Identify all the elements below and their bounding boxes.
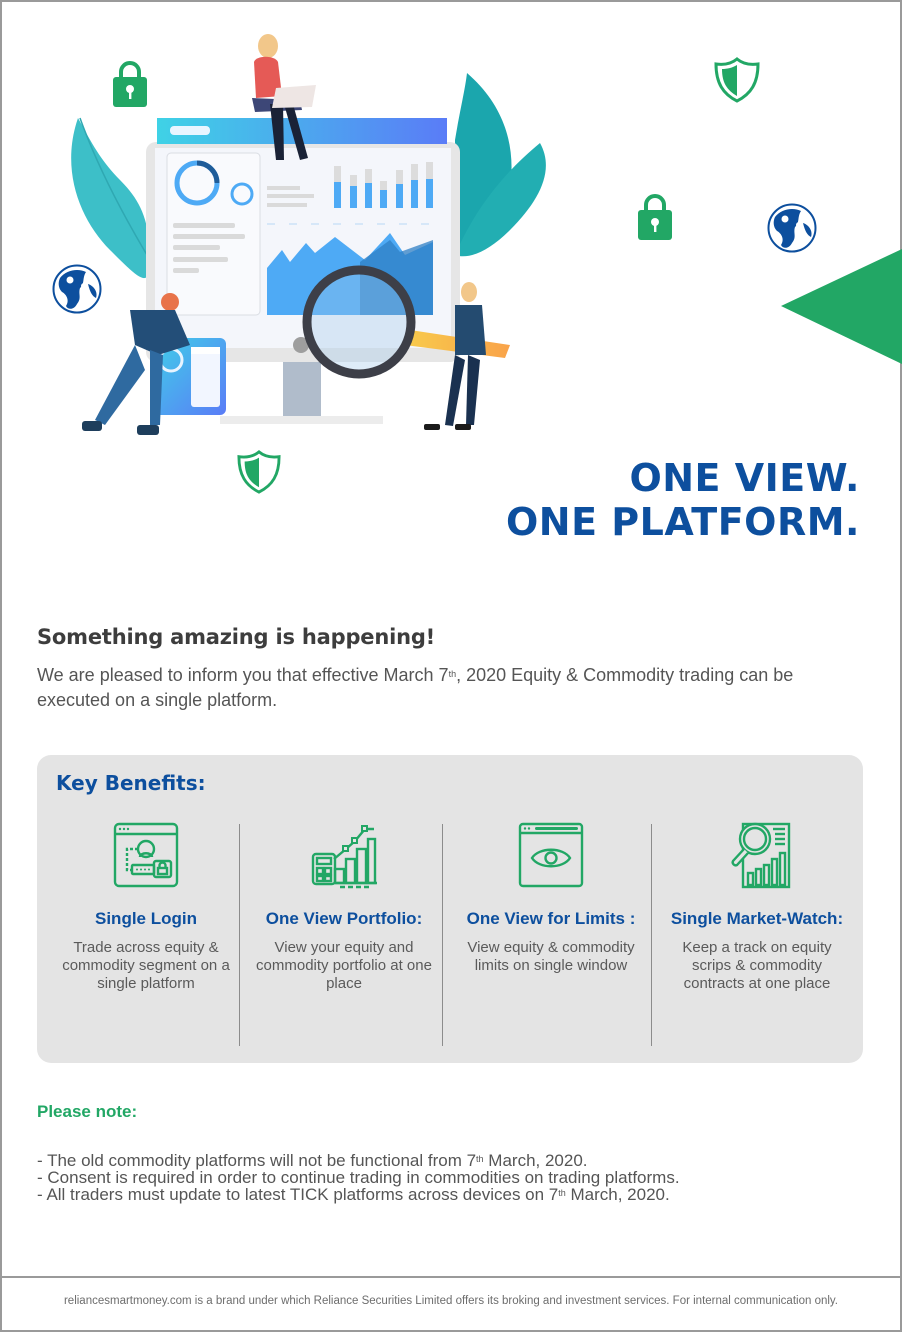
key-benefits-panel: Key Benefits: Single Login Trade across … (37, 755, 863, 1063)
lock-icon (638, 194, 672, 240)
intro-text: We are pleased to inform you that effect… (37, 663, 867, 713)
leaf-right (455, 73, 546, 257)
green-triangle-accent (781, 249, 902, 364)
ordinal-suffix: th (448, 669, 457, 679)
benefit-title: Single Login (95, 909, 197, 928)
note-item: - All traders must update to latest TICK… (37, 1186, 680, 1203)
intro-title: Something amazing is happening! (37, 625, 436, 649)
key-benefits-title: Key Benefits: (56, 771, 206, 795)
footer-divider (0, 1276, 902, 1278)
shield-icon (714, 57, 760, 103)
column-divider (239, 824, 240, 1046)
note-item: - Consent is required in order to contin… (37, 1169, 680, 1186)
please-note-title: Please note: (37, 1102, 138, 1121)
column-divider (442, 824, 443, 1046)
benefit-description: Trade across equity & commodity segment … (62, 939, 230, 992)
note-text: - All traders must update to latest TICK… (37, 1185, 559, 1204)
benefit-single-market-watch: Single Market-Watch: Keep a track on equ… (654, 821, 860, 1047)
headline-line-2: ONE PLATFORM. (505, 500, 860, 544)
lock-icon (113, 61, 147, 107)
footer-disclaimer: reliancesmartmoney.com is a brand under … (63, 1295, 839, 1307)
ordinal-suffix: th (476, 1154, 484, 1164)
benefit-description: Keep a track on equity scrips & commodit… (682, 939, 832, 992)
magnifier-report-icon (731, 822, 791, 889)
leaf-left (71, 117, 151, 279)
window-eye-icon (518, 822, 584, 888)
hero-illustration: ONE VIEW. ONE PLATFORM. (0, 0, 902, 600)
portfolio-calculator-chart-icon (311, 825, 377, 889)
benefit-single-login: Single Login Trade across equity & commo… (43, 821, 249, 1047)
column-divider (651, 824, 652, 1046)
globe-icon (52, 264, 102, 314)
benefit-description: View equity & commodity limits on single… (467, 939, 635, 974)
benefit-one-view-limits: One View for Limits : View equity & comm… (448, 821, 654, 1047)
notes-list: - The old commodity platforms will not b… (37, 1152, 680, 1203)
globe-icon (767, 203, 817, 253)
shield-icon (237, 450, 281, 494)
headline: ONE VIEW. ONE PLATFORM. (506, 456, 860, 544)
ordinal-suffix: th (558, 1188, 566, 1198)
benefit-title: One View Portfolio: (265, 909, 423, 928)
benefit-title: Single Market-Watch: (670, 909, 844, 928)
intro-text-part: We are pleased to inform you that effect… (37, 665, 449, 685)
headline-line-1: ONE VIEW. (629, 456, 860, 500)
benefit-one-view-portfolio: One View Portfolio: View your equity and… (241, 821, 447, 1047)
note-text: March, 2020. (565, 1185, 670, 1204)
benefit-description: View your equity and commodity portfolio… (256, 939, 432, 992)
benefit-title: One View for Limits : (466, 909, 636, 928)
login-window-icon (113, 822, 179, 888)
note-item: - The old commodity platforms will not b… (37, 1152, 680, 1169)
